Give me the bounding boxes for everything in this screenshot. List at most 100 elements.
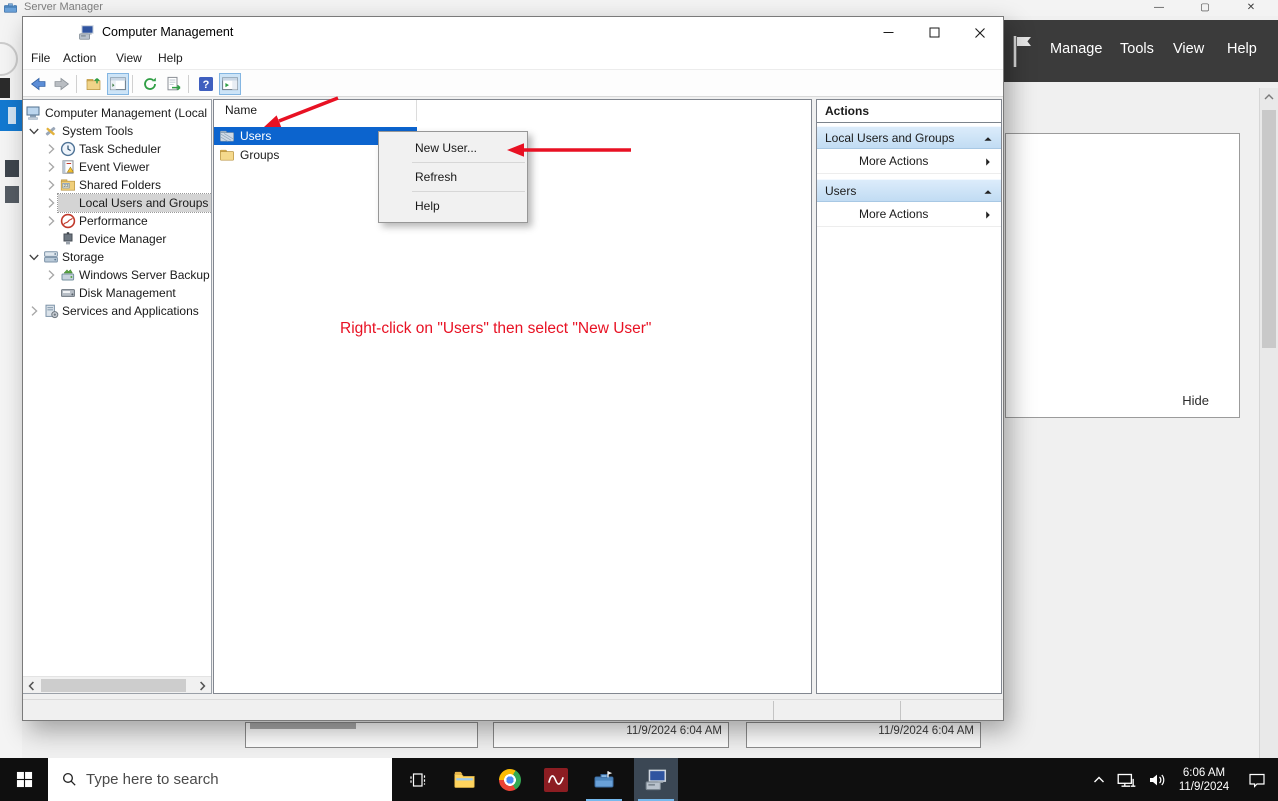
toolbar-button-forward-icon[interactable] <box>51 73 73 95</box>
toolbar-button-up-folder-icon[interactable] <box>83 73 105 95</box>
background-scrollbar[interactable] <box>1259 88 1278 758</box>
triangle-up-icon[interactable] <box>983 187 993 197</box>
taskbar-app-performance-app-icon[interactable] <box>534 758 578 801</box>
toolbar-button-action-pane-icon[interactable] <box>219 73 241 95</box>
scrollbar-thumb[interactable] <box>1262 110 1276 348</box>
toolbar-button-export-list-icon[interactable] <box>163 73 185 95</box>
taskbar-app-file-explorer-icon[interactable] <box>442 758 486 801</box>
nav-help[interactable]: Help <box>1227 41 1257 57</box>
scrollbar-thumb[interactable] <box>41 679 186 692</box>
scroll-up-icon[interactable] <box>1262 90 1276 104</box>
tree-item-body[interactable]: Disk Management <box>58 284 180 302</box>
maximize-button[interactable] <box>911 17 957 48</box>
triangle-up-icon[interactable] <box>983 134 993 144</box>
tree-item-system-tools[interactable]: System Tools <box>23 122 211 140</box>
start-button[interactable] <box>0 758 48 801</box>
nav-manage[interactable]: Manage <box>1050 41 1102 57</box>
chevron-right-icon[interactable] <box>43 195 59 211</box>
tree-item-body[interactable]: Services and Applications <box>41 302 203 320</box>
tile-timestamp: 11/9/2024 6:04 AM <box>626 725 722 737</box>
sidebar-selected-fragment <box>0 100 22 131</box>
context-menu-item-new-user[interactable]: New User... <box>379 136 527 160</box>
tree-item-body[interactable]: System Tools <box>41 122 137 140</box>
background-panel: Hide <box>1005 133 1240 418</box>
tree-item-device-manager[interactable]: Device Manager <box>23 230 211 248</box>
nav-tools[interactable]: Tools <box>1120 41 1154 57</box>
tree-item-body[interactable]: Storage <box>41 248 108 266</box>
tree-item-body[interactable]: Windows Server Backup <box>58 266 212 284</box>
chevron-right-icon[interactable] <box>43 267 59 283</box>
menu-action[interactable]: Action <box>63 51 96 65</box>
taskbar-app-chrome-icon[interactable] <box>488 758 532 801</box>
close-icon[interactable]: ✕ <box>1228 0 1274 16</box>
taskbar-app-server-manager-icon[interactable] <box>582 758 626 801</box>
tree-item-body[interactable]: Performance <box>58 212 152 230</box>
tree-item-windows-server-backup[interactable]: Windows Server Backup <box>23 266 211 284</box>
tree-item-services-and-applications[interactable]: Services and Applications <box>23 302 211 320</box>
tray-tray-chevron-up-icon[interactable] <box>1086 758 1112 801</box>
more-actions-users[interactable]: More Actions <box>817 202 1001 227</box>
column-header-name[interactable]: Name <box>214 100 417 121</box>
tree-item-shared-folders[interactable]: 23Shared Folders <box>23 176 211 194</box>
context-menu-item-help[interactable]: Help <box>379 194 527 218</box>
menu-view[interactable]: View <box>116 51 142 65</box>
tree-item-local-users-and-groups[interactable]: Local Users and Groups <box>23 194 211 212</box>
toolbar-button-back-icon[interactable] <box>27 73 49 95</box>
tree-item-computer-management-local[interactable]: Computer Management (Local <box>23 104 211 122</box>
taskbar-app-task-view-icon[interactable] <box>396 758 440 801</box>
tree-horizontal-scrollbar[interactable] <box>23 676 211 693</box>
more-actions-local-users-and-groups[interactable]: More Actions <box>817 149 1001 174</box>
tree-item-storage[interactable]: Storage <box>23 248 211 266</box>
taskbar-search[interactable] <box>48 758 392 801</box>
tree-item-body[interactable]: Device Manager <box>58 230 170 248</box>
tray-volume-icon[interactable] <box>1142 758 1172 801</box>
menu-file[interactable]: File <box>31 51 50 65</box>
toolbar-button-console-tree-icon[interactable] <box>107 73 129 95</box>
triangle-right-icon <box>983 210 993 220</box>
tree-item-body[interactable]: Computer Management (Local <box>24 104 211 122</box>
tree-item-event-viewer[interactable]: Event Viewer <box>23 158 211 176</box>
tree-item-body[interactable]: Event Viewer <box>58 158 153 176</box>
minimize-button[interactable] <box>865 17 911 48</box>
chevron-down-icon[interactable] <box>26 123 42 139</box>
tree-item-body[interactable]: Local Users and Groups <box>58 194 212 212</box>
context-menu-item-refresh[interactable]: Refresh <box>379 165 527 189</box>
actions-section-users[interactable]: Users <box>817 179 1001 202</box>
toolbar-button-refresh-icon[interactable] <box>139 73 161 95</box>
toolbar-button-help-icon[interactable]: ? <box>195 73 217 95</box>
tree-item-body[interactable]: Shared Folders <box>58 176 165 194</box>
nav-view[interactable]: View <box>1173 41 1204 57</box>
close-button[interactable] <box>957 17 1003 48</box>
minimize-icon[interactable]: — <box>1136 0 1182 16</box>
chrome-icon <box>499 769 521 791</box>
tray-network-icon[interactable] <box>1112 758 1142 801</box>
chevron-right-icon[interactable] <box>43 177 59 193</box>
tree-item-task-scheduler[interactable]: Task Scheduler <box>23 140 211 158</box>
server-manager-navbar: Manage Tools View Help <box>1004 20 1278 82</box>
scroll-right-icon[interactable] <box>195 679 209 693</box>
tree-item-disk-management[interactable]: Disk Management <box>23 284 211 302</box>
maximize-icon[interactable]: ▢ <box>1182 0 1228 16</box>
computer-management-window: Computer Management FileActionViewHelp ?… <box>22 16 1004 721</box>
tree-item-performance[interactable]: Performance <box>23 212 211 230</box>
scroll-left-icon[interactable] <box>25 679 39 693</box>
hide-button[interactable]: Hide <box>1182 393 1209 408</box>
taskbar-clock[interactable]: 6:06 AM11/9/2024 <box>1172 765 1236 794</box>
chevron-right-icon[interactable] <box>43 159 59 175</box>
chevron-right-icon[interactable] <box>26 303 42 319</box>
server-manager-icon <box>593 769 615 791</box>
search-input[interactable] <box>86 758 381 801</box>
tree-item-body[interactable]: Task Scheduler <box>58 140 165 158</box>
tray-action-center[interactable] <box>1236 758 1278 801</box>
actions-header: Actions <box>817 100 1001 123</box>
tree-item-label: Device Manager <box>79 232 166 246</box>
chevron-down-icon[interactable] <box>26 249 42 265</box>
annotation-text: Right-click on "Users" then select "New … <box>340 320 651 338</box>
chevron-right-icon[interactable] <box>43 141 59 157</box>
taskbar-app-computer-management-icon[interactable] <box>634 758 678 801</box>
actions-section-local-users-and-groups[interactable]: Local Users and Groups <box>817 126 1001 149</box>
file-explorer-icon <box>453 768 476 791</box>
chevron-right-icon[interactable] <box>43 213 59 229</box>
menu-help[interactable]: Help <box>158 51 183 65</box>
sidebar-icon-fragment <box>5 160 19 177</box>
